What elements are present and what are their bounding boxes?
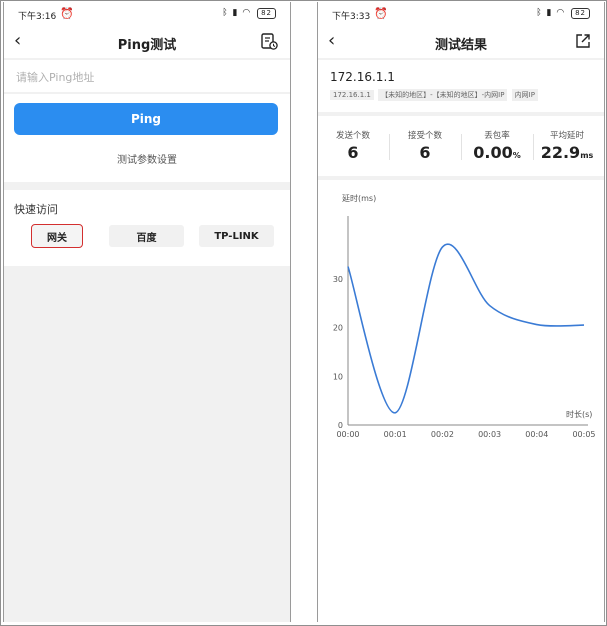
status-icons: ᛒ ▮ ◠ 82: [222, 8, 276, 19]
status-time: 下午3:33: [332, 12, 371, 22]
ping-test-screen: 下午3:16 ⏰ ᛒ ▮ ◠ 82 ‹ Ping测试 Ping 测试参数设置 快…: [3, 2, 291, 622]
stat-label: 接受个数: [407, 131, 442, 141]
y-axis-label: 延时(ms): [342, 193, 376, 203]
target-ip: 172.16.1.1: [330, 70, 395, 84]
share-icon[interactable]: [574, 32, 592, 50]
stat-value: 6: [419, 143, 431, 162]
result-header: 172.16.1.1 172.16.1.1 【未知的地区】-【未知的地区】-内网…: [318, 60, 604, 112]
history-icon[interactable]: [260, 32, 278, 50]
y-tick-label: 0: [338, 421, 343, 430]
nav-bar: ‹ Ping测试: [4, 26, 290, 58]
latency-chart-svg: 延时(ms) 时长(s) 0 10 20 30 00:00 00:01 00:02 00:03 00…: [333, 193, 596, 439]
stat-value: 6: [347, 143, 359, 162]
x-tick-label: 00:00: [336, 430, 359, 439]
x-tick-label: 00:04: [525, 430, 548, 439]
quick-baidu-button[interactable]: 百度: [109, 225, 184, 247]
ip-tags: 172.16.1.1 【未知的地区】-【未知的地区】-内网IP 内网IP: [330, 89, 540, 101]
stat-label: 丢包率: [484, 131, 510, 141]
signal-icon: ▮: [232, 8, 239, 18]
x-axis-label: 时长(s): [566, 409, 592, 419]
x-tick-label: 00:02: [431, 430, 454, 439]
wifi-icon: ◠: [556, 8, 566, 18]
ping-panel: Ping 测试参数设置: [4, 94, 290, 182]
test-result-screen: 下午3:33 ⏰ ᛒ ▮ ◠ 82 ‹ 测试结果 172.16.1.1 172.…: [317, 2, 605, 622]
quick-tplink-button[interactable]: TP-LINK: [199, 225, 274, 247]
ping-address-input[interactable]: [14, 66, 278, 88]
bluetooth-icon: ᛒ: [222, 8, 229, 18]
alarm-icon: ⏰: [374, 7, 388, 20]
quick-access-title: 快速访问: [14, 203, 58, 216]
bluetooth-icon: ᛒ: [536, 8, 543, 18]
stats-panel: 发送个数 6 接受个数 6 丢包率 0.00% 平均延时 22.9ms: [318, 116, 604, 176]
quick-gateway-button[interactable]: 网关: [31, 224, 83, 248]
quick-access-panel: 快速访问 网关 百度 TP-LINK: [4, 190, 290, 266]
ping-address-row: [4, 60, 290, 92]
ping-button[interactable]: Ping: [14, 103, 278, 135]
stat-value: 22.9ms: [540, 143, 594, 162]
wifi-icon: ◠: [242, 8, 252, 18]
stat-label: 发送个数: [335, 131, 370, 141]
y-tick-label: 10: [333, 372, 343, 381]
x-tick-label: 00:05: [572, 430, 595, 439]
latency-series-line: [347, 243, 585, 414]
stat-label: 平均延时: [549, 131, 584, 141]
nav-bar: ‹ 测试结果: [318, 26, 604, 58]
stat-value: 0.00%: [473, 143, 521, 162]
x-tick-label: 00:01: [384, 430, 407, 439]
y-tick-label: 20: [333, 324, 343, 333]
page-title: 测试结果: [434, 38, 487, 53]
signal-icon: ▮: [546, 8, 553, 18]
page-title: Ping测试: [117, 38, 177, 53]
x-tick-label: 00:03: [478, 430, 501, 439]
alarm-icon: ⏰: [60, 7, 74, 20]
battery-icon: 82: [257, 8, 276, 19]
status-icons: ᛒ ▮ ◠ 82: [536, 8, 590, 19]
status-bar: 下午3:33 ⏰ ᛒ ▮ ◠ 82: [318, 2, 604, 26]
y-tick-label: 30: [333, 275, 343, 284]
ip-tag: 172.16.1.1: [330, 90, 374, 100]
battery-icon: 82: [571, 8, 590, 19]
status-bar: 下午3:16 ⏰ ᛒ ▮ ◠ 82: [4, 2, 290, 26]
latency-chart: 延时(ms) 时长(s) 0 10 20 30 00:00 00:01 00:02 00:03 00…: [318, 180, 604, 622]
test-params-link[interactable]: 测试参数设置: [4, 151, 290, 166]
region-tag: 【未知的地区】-【未知的地区】-内网IP: [378, 89, 508, 101]
network-type-tag: 内网IP: [511, 89, 538, 101]
status-time: 下午3:16: [18, 12, 57, 22]
